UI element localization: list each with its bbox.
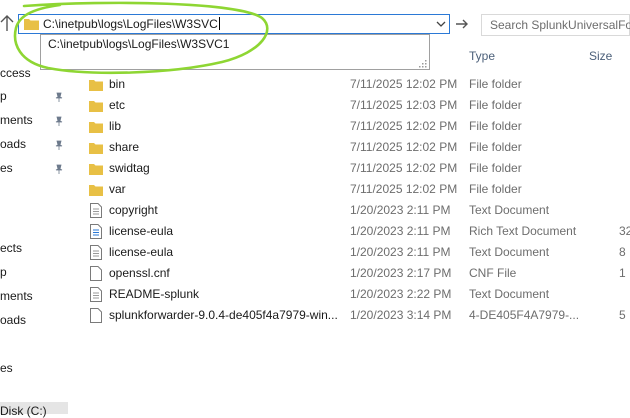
- file-name: splunkforwarder-9.0.4-de405f4a7979-win..…: [109, 308, 338, 322]
- text-document-icon: [89, 203, 103, 218]
- file-type: 4-DE405F4A7979-...: [469, 308, 580, 322]
- rich-text-document-icon: [89, 224, 103, 239]
- blank-file-icon: [89, 266, 103, 281]
- folder-icon: [89, 182, 103, 197]
- file-name: README-splunk: [109, 287, 200, 301]
- file-type: Text Document: [469, 287, 550, 301]
- file-date: 7/11/2025 12:02 PM: [350, 182, 458, 196]
- folder-icon: [89, 140, 103, 155]
- file-name: var: [109, 182, 126, 196]
- file-name: license-eula: [109, 224, 174, 238]
- file-type: File folder: [469, 77, 522, 91]
- file-row[interactable]: var 7/11/2025 12:02 PM File folder: [85, 179, 630, 200]
- file-date: 7/11/2025 12:02 PM: [350, 161, 458, 175]
- folder-icon: [89, 161, 103, 176]
- folder-icon: [89, 119, 103, 134]
- file-date: 1/20/2023 2:11 PM: [350, 224, 451, 238]
- blank-file-icon: [89, 308, 103, 323]
- folder-icon: [89, 77, 103, 92]
- file-name: share: [109, 140, 140, 154]
- file-size: 32: [619, 224, 630, 238]
- file-date: 1/20/2023 3:14 PM: [350, 308, 452, 322]
- text-document-icon: [89, 245, 103, 260]
- file-row[interactable]: etc 7/11/2025 12:03 PM File folder: [85, 95, 630, 116]
- file-row[interactable]: swidtag 7/11/2025 12:02 PM File folder: [85, 158, 630, 179]
- file-date: 1/20/2023 2:11 PM: [350, 203, 451, 217]
- autocomplete-suggestion[interactable]: C:\inetpub\logs\LogFiles\W3SVC1: [48, 37, 229, 51]
- file-row[interactable]: bin 7/11/2025 12:02 PM File folder: [85, 74, 630, 95]
- file-size: 1: [619, 266, 626, 280]
- file-row[interactable]: openssl.cnf 1/20/2023 2:17 PM CNF File 1: [85, 263, 630, 284]
- text-document-icon: [89, 287, 103, 302]
- address-autocomplete-dropdown: C:\inetpub\logs\LogFiles\W3SVC1: [40, 34, 430, 70]
- file-date: 7/11/2025 12:02 PM: [350, 140, 458, 154]
- file-row[interactable]: lib 7/11/2025 12:02 PM File folder: [85, 116, 630, 137]
- file-type: File folder: [469, 98, 522, 112]
- file-type: CNF File: [469, 266, 517, 280]
- file-type: Text Document: [469, 203, 550, 217]
- file-row[interactable]: splunkforwarder-9.0.4-de405f4a7979-win..…: [85, 305, 630, 326]
- file-name: openssl.cnf: [109, 266, 170, 280]
- file-date: 7/11/2025 12:02 PM: [350, 77, 458, 91]
- file-type: Rich Text Document: [469, 224, 577, 238]
- file-name: lib: [109, 119, 122, 133]
- file-size: 8: [619, 245, 626, 259]
- file-date: 7/11/2025 12:03 PM: [350, 98, 458, 112]
- file-type: File folder: [469, 140, 522, 154]
- file-date: 7/11/2025 12:02 PM: [350, 119, 458, 133]
- file-name: etc: [109, 98, 126, 112]
- file-row[interactable]: share 7/11/2025 12:02 PM File folder: [85, 137, 630, 158]
- file-name: swidtag: [109, 161, 150, 175]
- resize-grip-icon[interactable]: [418, 58, 428, 68]
- file-name: license-eula: [109, 245, 174, 259]
- folder-icon: [89, 98, 103, 113]
- file-date: 1/20/2023 2:17 PM: [350, 266, 452, 280]
- file-type: File folder: [469, 161, 522, 175]
- file-row[interactable]: license-eula 1/20/2023 2:11 PM Text Docu…: [85, 242, 630, 263]
- file-date: 1/20/2023 2:22 PM: [350, 287, 452, 301]
- file-type: File folder: [469, 182, 522, 196]
- file-size: 5: [619, 308, 626, 322]
- file-row[interactable]: copyright 1/20/2023 2:11 PM Text Documen…: [85, 200, 630, 221]
- file-row[interactable]: license-eula 1/20/2023 2:11 PM Rich Text…: [85, 221, 630, 242]
- file-type: Text Document: [469, 245, 550, 259]
- file-row[interactable]: README-splunk 1/20/2023 2:22 PM Text Doc…: [85, 284, 630, 305]
- file-name: bin: [109, 77, 126, 91]
- file-date: 1/20/2023 2:11 PM: [350, 245, 451, 259]
- file-name: copyright: [109, 203, 158, 217]
- file-type: File folder: [469, 119, 522, 133]
